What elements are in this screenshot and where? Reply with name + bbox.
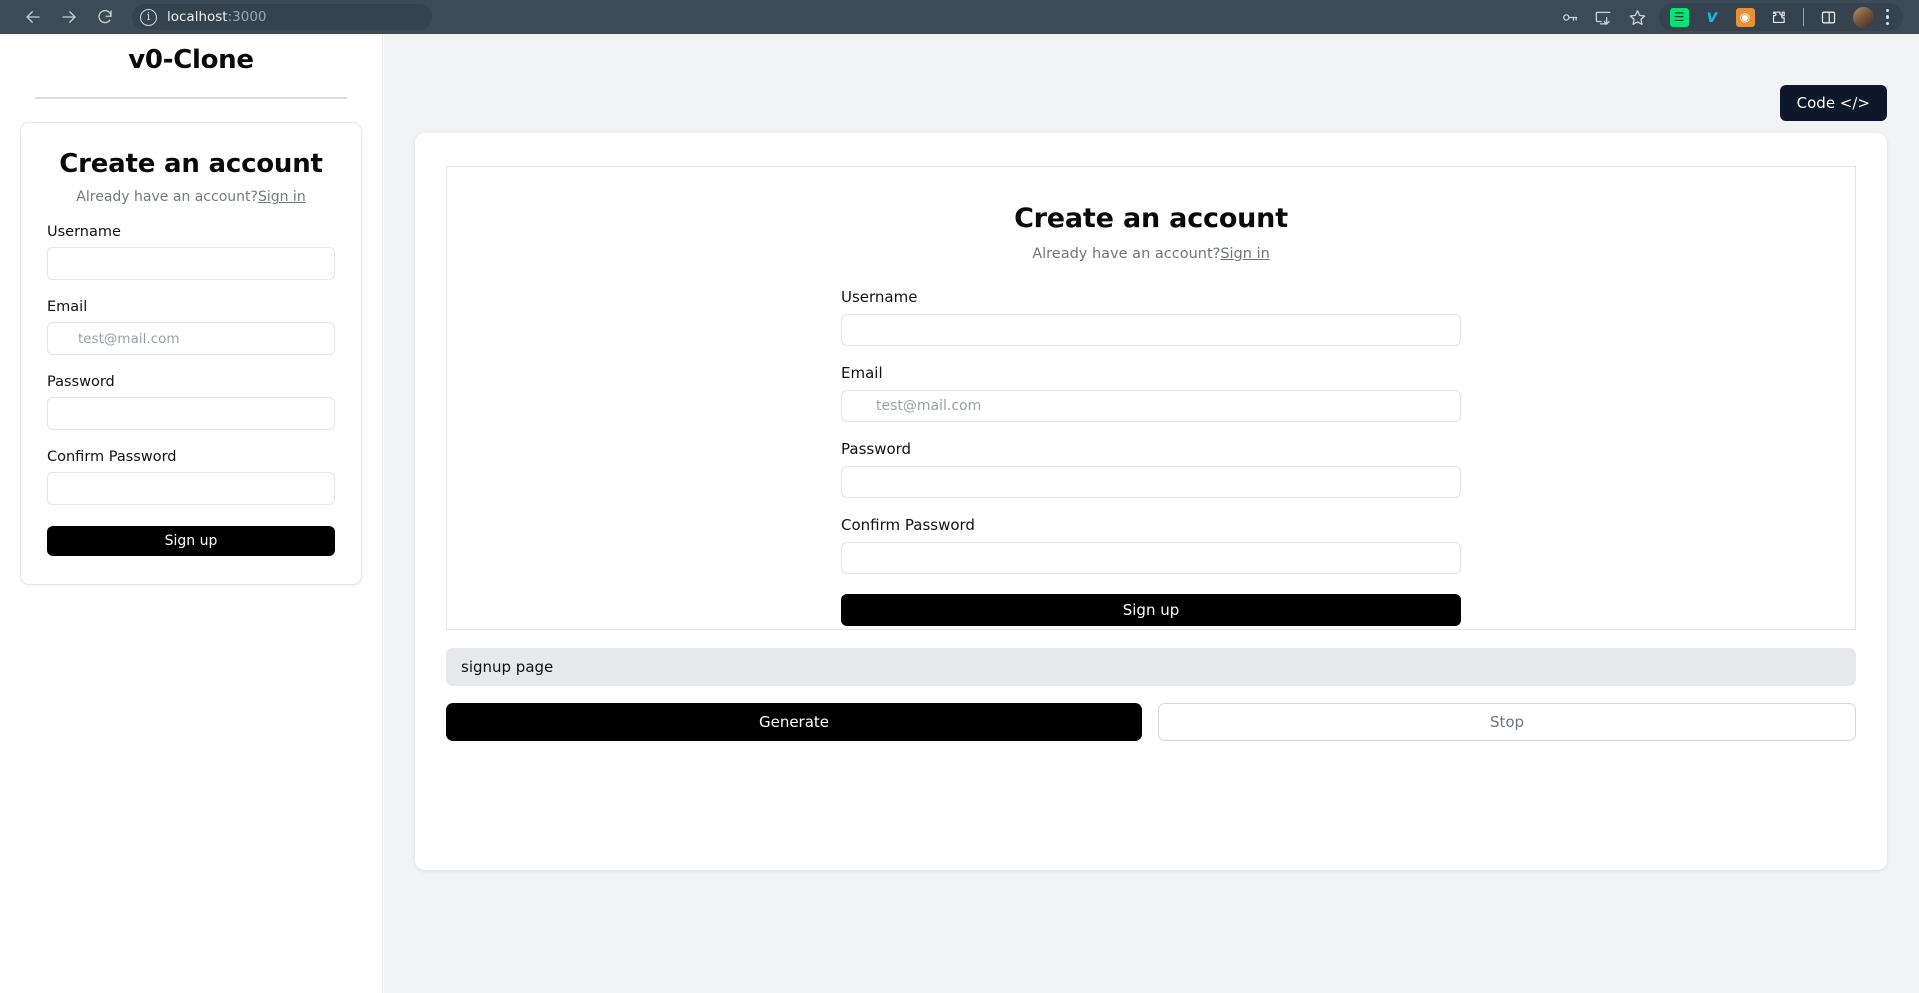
app-page: v0-Clone Create an account Already have … [0,34,1919,993]
preview-label-password: Password [841,440,912,458]
url-host: localhost [167,9,228,25]
preview-form-title: Create an account [1014,203,1288,234]
extension-puzzle-icon[interactable] [1769,8,1788,27]
reload-icon[interactable] [94,6,116,28]
sidebar-field-email: Email [47,299,335,355]
sidebar-input-username[interactable] [47,247,335,280]
preview-label-email: Email [841,364,883,382]
sidebar-form-title: Create an account [59,149,323,179]
password-key-icon[interactable] [1553,3,1587,31]
sidebar-signup-card: Create an account Already have an accoun… [20,122,362,585]
generate-button[interactable]: Generate [446,703,1142,741]
preview-label-confirm-password: Confirm Password [841,516,975,534]
browser-toolbar: i localhost:3000 ☰ v ◉ [0,0,1919,34]
sidebar-field-password: Password [47,374,335,430]
sidebar-field-confirm-password: Confirm Password [47,449,335,505]
preview-signup-button[interactable]: Sign up [841,594,1461,626]
arrow-left-icon[interactable] [22,6,44,28]
preview-frame: Create an account Already have an accoun… [446,166,1856,630]
preview-input-password[interactable] [841,466,1461,498]
address-bar[interactable]: i localhost:3000 [132,4,432,30]
preview-field-username: Username [841,288,1461,346]
stop-button[interactable]: Stop [1158,703,1856,741]
sidebar-field-username: Username [47,224,335,280]
sidebar: v0-Clone Create an account Already have … [0,34,383,993]
preview-input-username[interactable] [841,314,1461,346]
sidebar-signup-button[interactable]: Sign up [47,526,335,556]
extension-vimeo-icon[interactable]: v [1703,7,1722,27]
prompt-input[interactable] [446,648,1856,686]
brand-title: v0-Clone [128,45,254,75]
url-port: :3000 [227,9,267,25]
toolbar-divider [1802,8,1804,26]
profile-avatar[interactable] [1852,6,1874,28]
prompt-row [446,648,1856,686]
extension-green-icon[interactable]: ☰ [1669,7,1689,27]
sidebar-input-email[interactable] [47,322,335,355]
brand-divider [35,97,347,99]
sidebar-signin-prompt-text: Already have an account? [76,189,258,205]
preview-field-confirm-password: Confirm Password [841,516,1461,574]
sidebar-signin-prompt: Already have an account?Sign in [47,189,335,205]
sidebar-label-confirm-password: Confirm Password [47,449,177,465]
kebab-menu-icon[interactable] [1885,8,1889,26]
sidebar-label-email: Email [47,299,88,315]
preview-signin-link[interactable]: Sign in [1220,246,1269,262]
sidebar-label-username: Username [47,224,121,240]
install-app-icon[interactable] [1587,3,1621,31]
preview-label-username: Username [841,288,918,306]
preview-field-password: Password [841,440,1461,498]
workspace-card: Create an account Already have an accoun… [415,133,1887,870]
extension-orange-icon[interactable]: ◉ [1735,7,1755,27]
bookmark-star-icon[interactable] [1621,3,1655,31]
side-panel-icon[interactable] [1819,8,1838,27]
browser-nav-buttons [10,6,116,28]
sidebar-input-confirm-password[interactable] [47,472,335,505]
preview-signin-prompt: Already have an account?Sign in [447,246,1855,262]
sidebar-label-password: Password [47,374,115,390]
preview-signin-prompt-text: Already have an account? [1032,246,1221,262]
action-row: Generate Stop [446,703,1856,741]
preview-input-email[interactable] [841,390,1461,422]
code-toggle-button[interactable]: Code </> [1779,85,1887,121]
main-content: Code </> Create an account Already have … [384,34,1919,993]
preview-field-email: Email [841,364,1461,422]
preview-signup-form: Username Email Password Confirm Password [841,288,1461,626]
extensions-group: ☰ v ◉ [1658,3,1903,31]
sidebar-input-password[interactable] [47,397,335,430]
sidebar-signin-link[interactable]: Sign in [258,189,306,205]
preview-input-confirm-password[interactable] [841,542,1461,574]
address-bar-text: localhost:3000 [167,9,267,25]
browser-toolbar-right: ☰ v ◉ [1553,3,1910,31]
arrow-right-icon[interactable] [58,6,80,28]
info-icon[interactable]: i [140,8,157,26]
